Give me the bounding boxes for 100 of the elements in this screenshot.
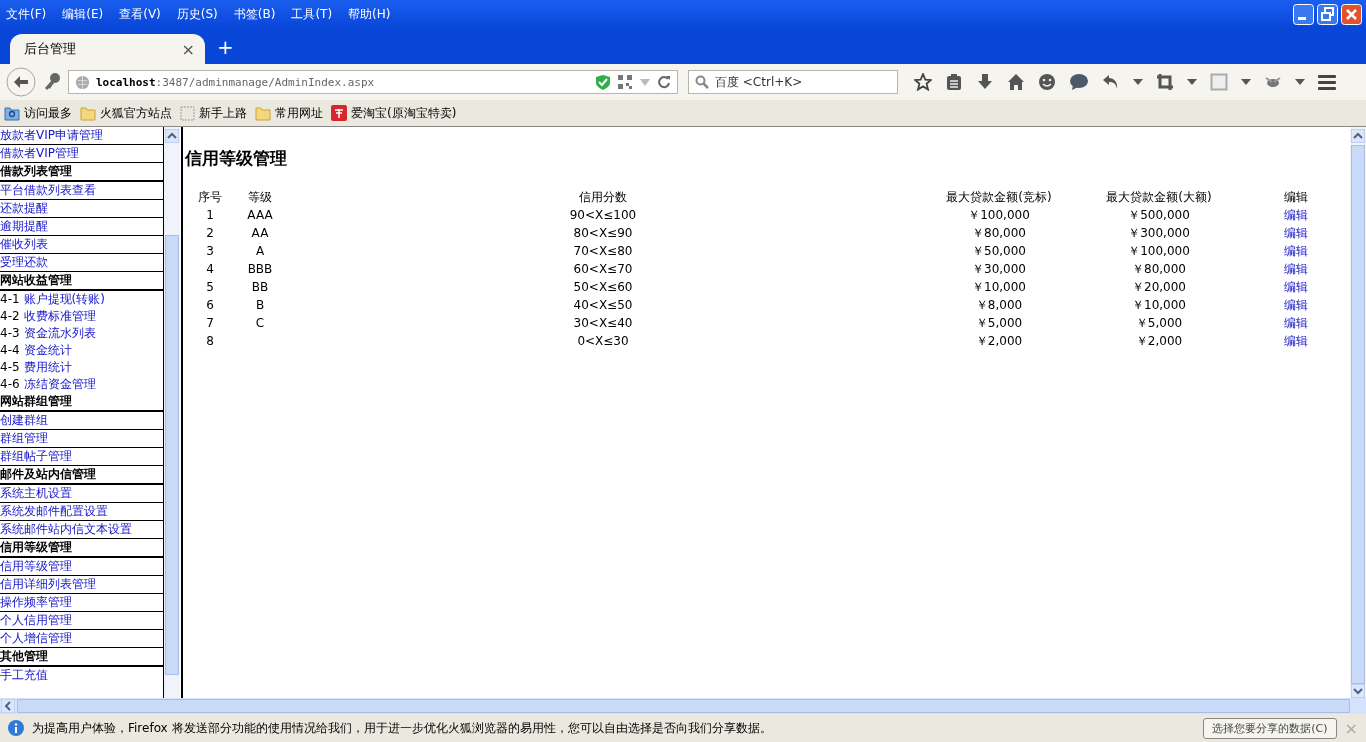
menu-item[interactable]: 历史(S) (176, 5, 218, 23)
dropdown-icon[interactable] (1187, 79, 1197, 85)
info-icon (8, 720, 24, 736)
sidebar-link[interactable]: 资金流水列表 (23, 326, 96, 340)
scroll-up-icon[interactable] (165, 129, 179, 143)
table-cell: BBB (247, 262, 273, 276)
clipboard-icon[interactable] (945, 73, 963, 91)
sidebar-link[interactable]: 资金统计 (23, 343, 72, 357)
crop-icon[interactable] (1156, 73, 1174, 91)
table-cell: BB (251, 280, 269, 294)
edit-link[interactable]: 编辑 (1283, 261, 1308, 276)
search-field[interactable]: 百度 <Ctrl+K> (688, 70, 898, 94)
star-icon[interactable] (914, 73, 932, 91)
table-cell: ￥8,000 (975, 297, 1023, 312)
search-icon (695, 75, 709, 89)
share-data-button[interactable]: 选择您要分享的数据(C) (1203, 717, 1337, 739)
reload-icon[interactable] (657, 75, 671, 89)
edit-link[interactable]: 编辑 (1283, 243, 1308, 258)
table-cell: 50<X≤60 (573, 280, 633, 294)
sidebar-link[interactable]: 信用详细列表管理 (0, 576, 163, 594)
sidebar-link[interactable]: 费用统计 (23, 360, 72, 374)
item-number: 4-1 (0, 292, 20, 306)
tab-close-button[interactable]: × (181, 39, 195, 59)
home-icon[interactable] (1007, 73, 1025, 91)
menu-item[interactable]: 帮助(H) (348, 5, 391, 23)
sidebar-link[interactable]: 创建群组 (0, 412, 163, 430)
sidebar-link[interactable]: 系统发邮件配置设置 (0, 503, 163, 521)
bookmark-item[interactable]: 爱淘宝(原淘宝特卖) (331, 104, 457, 122)
table-cell: 7 (206, 316, 214, 330)
sidebar-link[interactable]: 个人信用管理 (0, 612, 163, 630)
sidebar-link[interactable]: 账户提现(转账) (23, 292, 105, 306)
sidebar-link[interactable]: 手工充值 (0, 667, 163, 684)
sidebar-section-header: 网站群组管理 (0, 393, 163, 412)
scroll-up-icon[interactable] (1351, 129, 1365, 143)
sidebar-link[interactable]: 个人增信管理 (0, 630, 163, 648)
scroll-down-icon[interactable] (1351, 684, 1365, 698)
menu-item[interactable]: 编辑(E) (62, 5, 104, 23)
table-cell: ￥100,000 (968, 207, 1030, 222)
maximize-icon[interactable] (1317, 3, 1338, 25)
new-tab-button[interactable]: + (217, 35, 234, 59)
edit-link[interactable]: 编辑 (1283, 297, 1308, 312)
sidebar-link[interactable]: 平台借款列表查看 (0, 182, 163, 200)
sidebar-link[interactable]: 操作频率管理 (0, 594, 163, 612)
sidebar-link[interactable]: 收费标准管理 (23, 309, 96, 323)
dropdown-icon[interactable] (1295, 79, 1305, 85)
edit-link[interactable]: 编辑 (1283, 315, 1308, 330)
address-field[interactable]: localhost:3487/adminmanage/AdminIndex.aspx (68, 70, 678, 94)
sidebar-link[interactable]: 逾期提醒 (0, 218, 163, 236)
table-cell: 8 (206, 334, 214, 348)
edit-link[interactable]: 编辑 (1283, 279, 1308, 294)
table-cell: 4 (206, 262, 214, 276)
dropdown-icon[interactable] (1133, 79, 1143, 85)
scrollbar[interactable] (1350, 127, 1366, 698)
edit-link[interactable]: 编辑 (1283, 207, 1308, 222)
sidebar-link[interactable]: 放款者VIP申请管理 (0, 127, 163, 145)
bookmark-item[interactable]: 新手上路 (180, 104, 247, 122)
sidebar-section-header: 其他管理 (0, 648, 163, 667)
sidebar-link[interactable]: 系统邮件站内信文本设置 (0, 521, 163, 539)
edit-link[interactable]: 编辑 (1283, 225, 1308, 240)
scroll-thumb[interactable] (165, 235, 179, 675)
scroll-thumb[interactable] (1351, 145, 1365, 684)
menu-item[interactable]: 查看(V) (119, 5, 161, 23)
scrollbar[interactable] (164, 127, 180, 698)
minimize-icon[interactable] (1293, 3, 1314, 25)
dropdown-icon[interactable] (1241, 79, 1251, 85)
blank-page-icon (180, 105, 195, 121)
smiley-icon[interactable] (1038, 73, 1056, 91)
scroll-left-icon[interactable] (1, 699, 15, 713)
close-icon[interactable] (1341, 3, 1362, 25)
menu-item[interactable]: 书签(B) (233, 5, 276, 23)
menu-item[interactable]: 文件(F) (6, 5, 47, 23)
table-cell: ￥80,000 (972, 225, 1026, 240)
sidebar-link[interactable]: 受理还款 (0, 254, 163, 272)
key-icon[interactable] (42, 72, 62, 92)
sidebar-link[interactable]: 催收列表 (0, 236, 163, 254)
download-icon[interactable] (976, 73, 994, 91)
table-cell: 0<X≤30 (577, 334, 629, 348)
back-icon[interactable] (6, 67, 36, 97)
table-cell: ￥10,000 (1132, 297, 1186, 312)
menu-icon[interactable] (1318, 74, 1336, 90)
bookmark-item[interactable]: 火狐官方站点 (80, 104, 172, 122)
sidebar-link[interactable]: 信用等级管理 (0, 558, 163, 576)
bookmark-item[interactable]: 常用网址 (255, 104, 323, 122)
menu-item[interactable]: 工具(T) (291, 5, 333, 23)
chat-bubble-icon[interactable] (1069, 73, 1089, 91)
browser-tab[interactable]: 后台管理 × (10, 34, 205, 64)
sidebar-link[interactable]: 系统主机设置 (0, 485, 163, 503)
sidebar-link[interactable]: 冻结资金管理 (23, 377, 96, 391)
item-number: 4-5 (0, 360, 20, 374)
qr-code-icon[interactable] (617, 74, 633, 90)
sidebar-link[interactable]: 还款提醒 (0, 200, 163, 218)
sidebar-link[interactable]: 群组管理 (0, 430, 163, 448)
edit-link[interactable]: 编辑 (1283, 333, 1308, 348)
bookmark-item[interactable]: 访问最多 (4, 104, 72, 122)
sidebar-section-header: 邮件及站内信管理 (0, 466, 163, 485)
sidebar-link[interactable]: 群组帖子管理 (0, 448, 163, 466)
sidebar-link[interactable]: 借款者VIP管理 (0, 145, 163, 163)
column-header: 等级 (247, 188, 273, 206)
shield-icon[interactable] (595, 73, 611, 91)
table-cell: 5 (206, 280, 214, 294)
